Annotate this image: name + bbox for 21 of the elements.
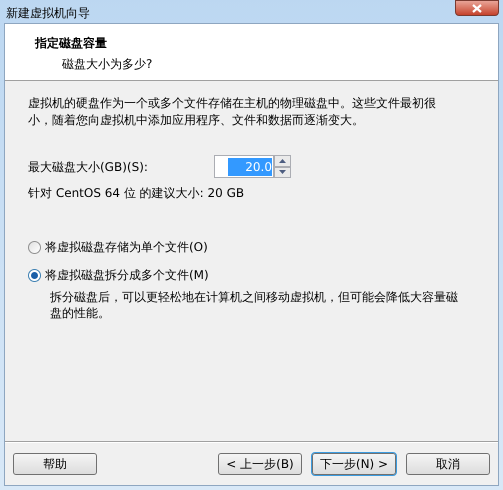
- cancel-button[interactable]: 取消: [406, 453, 490, 475]
- description-text: 虚拟机的硬盘作为一个或多个文件存储在主机的物理磁盘中。这些文件最初很小，随着您向虚拟机中添加应用程序、文件和数据而逐渐变大。: [28, 95, 437, 129]
- increment-button[interactable]: [274, 155, 291, 166]
- option-note: 拆分磁盘后，可以更轻松地在计算机之间移动虚拟机，但可能会降低大容量磁盘的性能。: [49, 289, 459, 321]
- close-button[interactable]: [455, 0, 499, 16]
- window-title: 新建虚拟机向导: [5, 5, 90, 22]
- option-label[interactable]: 将虚拟磁盘拆分成多个文件(M): [45, 266, 209, 284]
- decrement-button[interactable]: [274, 166, 291, 178]
- disk-size-label: 最大磁盘大小(GB)(S):: [28, 158, 149, 176]
- option-label[interactable]: 将虚拟磁盘存储为单个文件(O): [45, 238, 208, 256]
- up-arrow-icon: [279, 158, 286, 163]
- radio-button[interactable]: [28, 268, 41, 282]
- recommendation-text: 针对 CentOS 64 位 的建议大小: 20 GB: [28, 185, 246, 202]
- header-subtitle: 磁盘大小为多少?: [61, 56, 154, 73]
- back-button[interactable]: < 上一步(B): [218, 453, 302, 475]
- close-icon: [472, 4, 482, 12]
- header-title: 指定磁盘容量: [35, 35, 108, 52]
- help-button[interactable]: 帮助: [13, 453, 97, 475]
- radio-button[interactable]: [28, 240, 41, 254]
- next-button[interactable]: 下一步(N) >: [312, 453, 396, 475]
- down-arrow-icon: [279, 170, 286, 174]
